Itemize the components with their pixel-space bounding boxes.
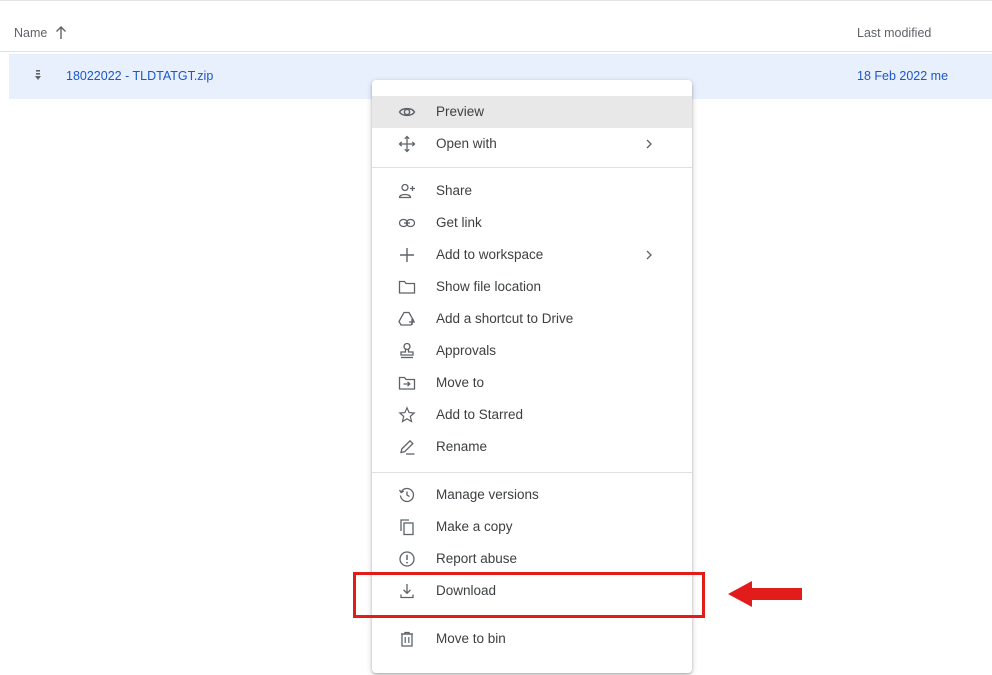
menu-item-label: Manage versions [436,487,539,502]
menu-item-label: Make a copy [436,519,513,534]
chevron-right-icon [646,250,652,260]
download-highlight-box [353,572,705,618]
move-to-folder-icon [398,374,416,392]
pencil-icon [398,438,416,456]
history-icon [398,486,416,504]
file-name[interactable]: 18022022 - TLDTATGT.zip [66,69,213,83]
menu-item-make-copy[interactable]: Make a copy [372,511,692,543]
menu-divider [372,167,692,168]
menu-item-label: Add to workspace [436,247,544,262]
menu-item-move-to[interactable]: Move to [372,367,692,399]
menu-item-show-file-location[interactable]: Show file location [372,271,692,303]
chevron-right-icon [646,139,652,149]
menu-divider [372,472,692,473]
alert-circle-icon [398,550,416,568]
menu-item-label: Add a shortcut to Drive [436,311,574,326]
arrow-up-icon[interactable] [55,26,67,40]
trash-icon [398,630,416,648]
move-arrows-icon [398,135,416,153]
file-last-modified: 18 Feb 2022 me [857,69,949,83]
menu-item-rename[interactable]: Rename [372,431,692,463]
menu-item-add-to-workspace[interactable]: Add to workspace [372,239,692,271]
menu-item-approvals[interactable]: Approvals [372,335,692,367]
copy-icon [398,518,416,536]
menu-item-label: Get link [436,215,482,230]
last-modified-header[interactable]: Last modified [857,26,931,40]
menu-item-label: Approvals [436,343,497,358]
menu-item-label: Move to [436,375,485,390]
menu-item-label: Preview [436,104,485,119]
menu-item-get-link[interactable]: Get link [372,207,692,239]
name-column-header[interactable]: Name [14,26,67,40]
menu-item-label: Report abuse [436,551,518,566]
menu-item-label: Move to bin [436,631,506,646]
folder-icon [398,278,416,296]
menu-item-label: Rename [436,439,488,454]
menu-item-label: Open with [436,136,497,151]
name-header-label: Name [14,26,48,40]
menu-item-label: Add to Starred [436,407,524,422]
top-divider [0,0,992,1]
link-icon [398,214,416,232]
eye-icon [398,103,416,121]
menu-item-report-abuse[interactable]: Report abuse [372,543,692,575]
menu-item-move-to-bin[interactable]: Move to bin [372,623,692,655]
person-add-icon [398,182,416,200]
menu-item-label: Show file location [436,279,542,294]
star-icon [398,406,416,424]
approval-stamp-icon [398,342,416,360]
menu-item-add-to-starred[interactable]: Add to Starred [372,399,692,431]
menu-item-share[interactable]: Share [372,175,692,207]
red-arrow-left-icon [728,581,802,607]
plus-icon [398,246,416,264]
menu-item-open-with[interactable]: Open with [372,128,692,160]
menu-item-add-shortcut[interactable]: Add a shortcut to Drive [372,303,692,335]
menu-item-label: Share [436,183,473,198]
drive-shortcut-icon [398,310,416,328]
zip-file-icon [35,70,41,80]
file-list-header: Name Last modified [0,14,992,52]
menu-item-preview[interactable]: Preview [372,96,692,128]
menu-item-manage-versions[interactable]: Manage versions [372,479,692,511]
